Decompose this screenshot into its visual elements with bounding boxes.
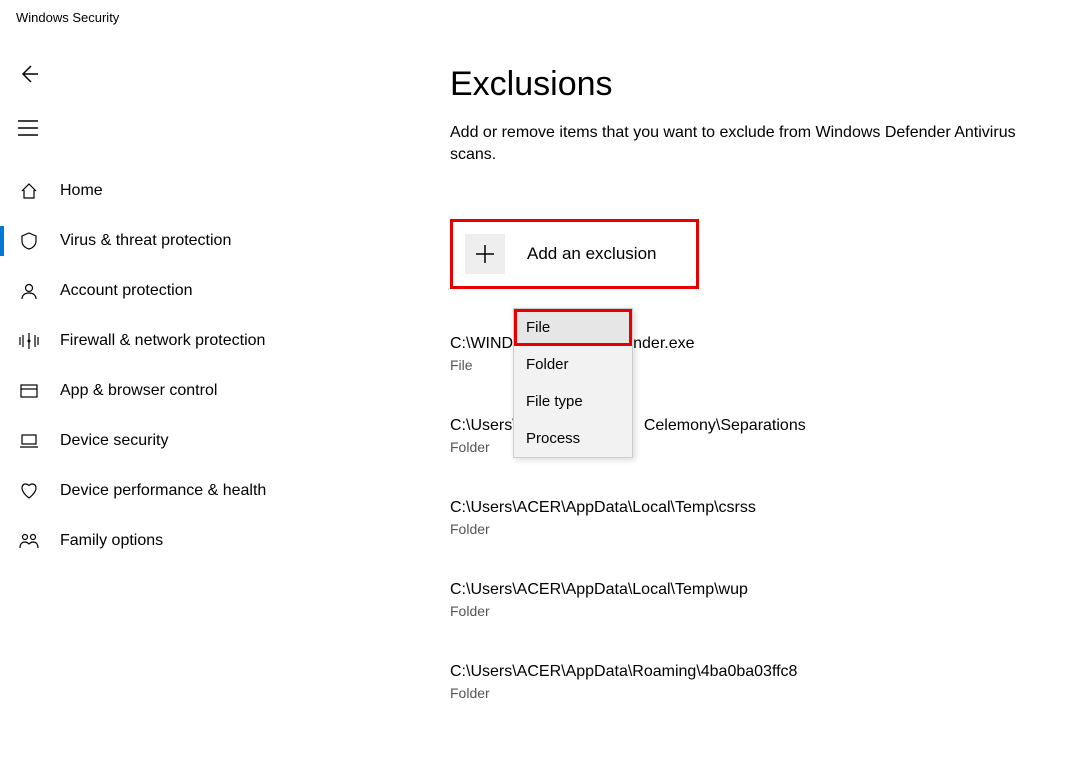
exclusion-type: Folder [450, 603, 1049, 619]
sidebar-item-firewall[interactable]: Firewall & network protection [0, 316, 440, 366]
add-exclusion-button[interactable]: Add an exclusion [450, 219, 699, 289]
window-title: Windows Security [0, 0, 1069, 25]
add-exclusion-label: Add an exclusion [527, 244, 656, 264]
person-icon [18, 280, 40, 302]
exclusion-type: Folder [450, 685, 1049, 701]
menu-button[interactable] [18, 108, 58, 148]
sidebar-item-virus-threat[interactable]: Virus & threat protection [0, 216, 440, 266]
sidebar: Home Virus & threat protection Account p… [0, 166, 440, 566]
exclusion-path: C:\Users\ACER\AppData\Local\Temp\csrss [450, 499, 1049, 517]
exclusion-entry[interactable]: C:\Users\ACER\AppData\Local\Temp\wup Fol… [450, 581, 1049, 619]
sidebar-item-label: Virus & threat protection [60, 232, 231, 250]
sidebar-item-label: Device performance & health [60, 482, 266, 500]
dropdown-item-file[interactable]: File [514, 309, 632, 346]
family-icon [18, 530, 40, 552]
sidebar-item-home[interactable]: Home [0, 166, 440, 216]
plus-icon [465, 234, 505, 274]
sidebar-item-app-browser[interactable]: App & browser control [0, 366, 440, 416]
page-description: Add or remove items that you want to exc… [450, 122, 1049, 167]
back-arrow-icon [18, 63, 40, 85]
sidebar-item-label: Firewall & network protection [60, 332, 265, 350]
laptop-icon [18, 430, 40, 452]
dropdown-item-process[interactable]: Process [514, 420, 632, 457]
window-icon [18, 380, 40, 402]
heart-icon [18, 480, 40, 502]
dropdown-item-file-type[interactable]: File type [514, 383, 632, 420]
signal-icon [18, 330, 40, 352]
exclusion-entry[interactable]: C:\Users\ACER\AppData\Roaming\4ba0ba03ff… [450, 663, 1049, 701]
sidebar-item-device-performance[interactable]: Device performance & health [0, 466, 440, 516]
sidebar-item-label: Device security [60, 432, 168, 450]
back-button[interactable] [18, 54, 58, 94]
hamburger-icon [18, 120, 38, 136]
sidebar-item-label: Account protection [60, 282, 193, 300]
sidebar-item-account[interactable]: Account protection [0, 266, 440, 316]
sidebar-item-family[interactable]: Family options [0, 516, 440, 566]
home-icon [18, 180, 40, 202]
sidebar-item-label: App & browser control [60, 382, 217, 400]
shield-icon [18, 230, 40, 252]
sidebar-item-label: Family options [60, 532, 163, 550]
exclusion-type: Folder [450, 521, 1049, 537]
sidebar-item-device-security[interactable]: Device security [0, 416, 440, 466]
dropdown-item-folder[interactable]: Folder [514, 346, 632, 383]
exclusion-entry[interactable]: C:\Users\ACER\AppData\Local\Temp\csrss F… [450, 499, 1049, 537]
exclusion-path: C:\Users\ACER\AppData\Local\Temp\wup [450, 581, 1049, 599]
add-exclusion-dropdown: File Folder File type Process [513, 308, 633, 458]
page-title: Exclusions [450, 65, 1049, 104]
exclusion-path: C:\Users\ACER\AppData\Roaming\4ba0ba03ff… [450, 663, 1049, 681]
sidebar-item-label: Home [60, 182, 103, 200]
